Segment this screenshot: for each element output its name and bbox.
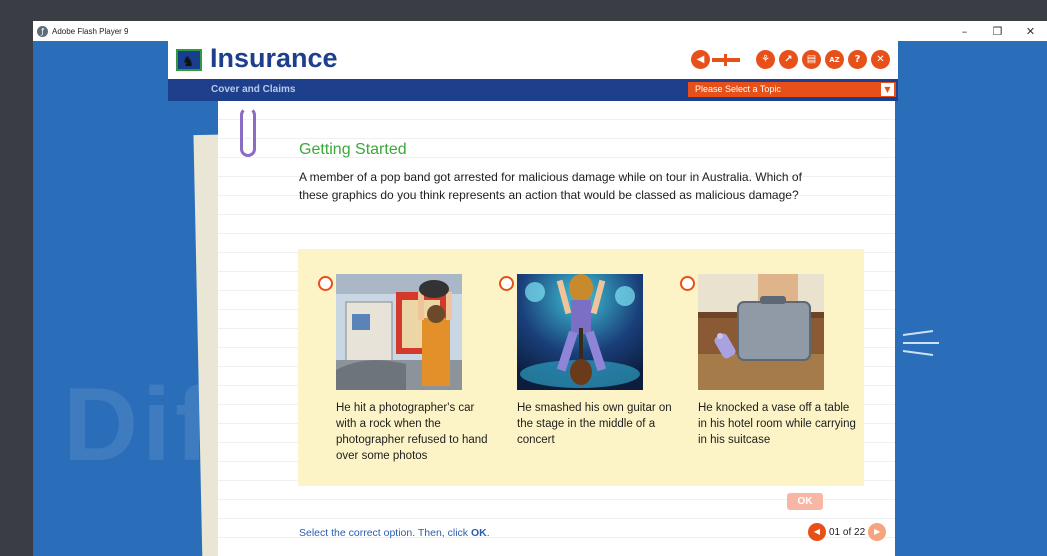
suitcase-vase-image[interactable] — [698, 274, 824, 390]
decorative-lines — [903, 330, 939, 356]
instruction-ok: OK — [470, 527, 487, 539]
section-bar: Cover and Claims Please Select a Topic ▼ — [168, 79, 898, 101]
paperclip-icon — [240, 107, 256, 157]
help-icon[interactable]: ? — [848, 50, 867, 69]
previous-page-icon[interactable]: ◀ — [808, 523, 826, 541]
instruction-text: Select the correct option. Then, click O… — [299, 527, 490, 539]
guitar-smash-image[interactable] — [517, 274, 643, 390]
sitemap-icon[interactable]: ⚘ — [756, 50, 775, 69]
option-photographer[interactable]: He hit a photographer's car with a rock … — [298, 249, 488, 486]
window-controls: – ❐ ✕ — [948, 21, 1047, 41]
maximize-button[interactable]: ❐ — [981, 21, 1014, 41]
option-guitar[interactable]: He smashed his own guitar on the stage i… — [479, 249, 672, 486]
page-counter: 01 of 22 — [829, 526, 866, 538]
instruction-suffix: . — [486, 527, 490, 539]
flash-player-icon: ƒ — [37, 25, 48, 37]
volume-slider[interactable] — [712, 53, 740, 66]
topic-select[interactable]: Please Select a Topic ▼ — [688, 82, 896, 97]
horse-logo-icon: ♞ — [176, 49, 202, 71]
topic-select-label: Please Select a Topic — [695, 84, 781, 94]
notes-icon[interactable]: ▤ — [802, 50, 821, 69]
exit-icon[interactable]: ✕ — [871, 50, 890, 69]
option-radio[interactable] — [318, 276, 333, 291]
option-caption: He smashed his own guitar on the stage i… — [517, 402, 672, 446]
window-titlebar: ƒ Adobe Flash Player 9 – ❐ ✕ — [33, 21, 1047, 41]
option-radio[interactable] — [680, 276, 695, 291]
glossary-icon[interactable]: ↗ — [779, 50, 798, 69]
option-vase[interactable]: He knocked a vase off a table in his hot… — [660, 249, 856, 486]
instruction-prefix: Select the correct option. Then, click — [299, 527, 471, 539]
flash-player-window: ƒ Adobe Flash Player 9 – ❐ ✕ Diffe ns ♞ … — [33, 21, 1047, 556]
speaker-icon[interactable]: ◀ — [691, 50, 710, 69]
toolbar: ◀ ⚘ ↗ ▤ AZ ? ✕ — [691, 50, 890, 69]
option-caption: He hit a photographer's car with a rock … — [336, 402, 488, 462]
option-caption: He knocked a vase off a table in his hot… — [698, 402, 856, 446]
ok-button[interactable]: OK — [787, 493, 823, 510]
volume-control[interactable]: ◀ — [691, 50, 740, 69]
close-window-button[interactable]: ✕ — [1014, 21, 1047, 41]
minimize-button[interactable]: – — [948, 21, 981, 41]
options-panel: He hit a photographer's car with a rock … — [298, 249, 864, 486]
a-z-icon[interactable]: AZ — [825, 50, 844, 69]
section-title: Cover and Claims — [211, 84, 296, 95]
next-page-icon[interactable]: ▶ — [868, 523, 887, 541]
photographer-car-image[interactable] — [336, 274, 462, 390]
option-radio[interactable] — [499, 276, 514, 291]
question-text: A member of a pop band got arrested for … — [299, 170, 802, 202]
app-title: Insurance — [210, 43, 338, 73]
window-title: Adobe Flash Player 9 — [52, 26, 129, 36]
lesson-heading: Getting Started — [299, 141, 407, 158]
chevron-down-icon[interactable]: ▼ — [881, 83, 894, 96]
page-navigator: ◀ 01 of 22 ▶ — [808, 523, 887, 541]
